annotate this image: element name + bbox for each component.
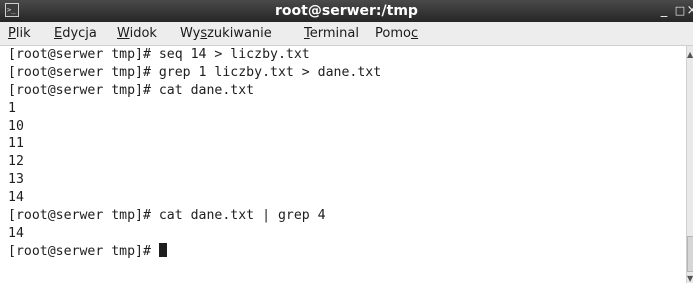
terminal-line: 1 xyxy=(8,100,16,116)
menu-wyszukiwanie[interactable]: Wyszukiwanie xyxy=(180,25,272,43)
menu-pomoc[interactable]: Pomoc xyxy=(375,25,418,43)
close-button[interactable]: × xyxy=(685,2,693,20)
terminal-line: 14 xyxy=(8,225,24,241)
terminal-line: 13 xyxy=(8,172,24,188)
minimize-button[interactable]: _ xyxy=(657,2,671,20)
vertical-scrollbar[interactable]: ▲ ▼ xyxy=(686,46,693,283)
text-cursor xyxy=(158,242,167,257)
window-titlebar[interactable]: >_ root@serwer:/tmp _ □ × xyxy=(0,0,693,22)
menu-bar: Plik Edycja Widok Wyszukiwanie Terminal … xyxy=(0,22,693,46)
terminal-line: [root@serwer tmp]# cat dane.txt | grep 4 xyxy=(8,208,326,224)
terminal-line: [root@serwer tmp]# grep 1 liczby.txt > d… xyxy=(8,64,382,80)
terminal-line: 12 xyxy=(8,154,24,170)
menu-terminal[interactable]: Terminal xyxy=(304,25,359,43)
terminal-prompt-line[interactable]: [root@serwer tmp]# xyxy=(0,242,686,261)
menu-widok[interactable]: Widok xyxy=(117,25,157,43)
terminal-line: 11 xyxy=(8,136,24,152)
terminal-line: [root@serwer tmp]# cat dane.txt xyxy=(8,82,255,98)
scroll-down-arrow-icon[interactable]: ▼ xyxy=(687,274,693,283)
terminal-output[interactable]: [root@serwer tmp]# seq 14 > liczby.txt [… xyxy=(0,46,686,283)
menu-edycja[interactable]: Edycja xyxy=(54,25,97,43)
window-title: root@serwer:/tmp xyxy=(275,3,418,19)
terminal-line: 14 xyxy=(8,190,24,206)
scroll-up-arrow-icon[interactable]: ▲ xyxy=(687,48,693,62)
terminal-prompt: [root@serwer tmp]# xyxy=(8,243,159,259)
terminal-line: 10 xyxy=(8,118,24,134)
terminal-line: [root@serwer tmp]# seq 14 > liczby.txt xyxy=(8,47,310,62)
menu-plik[interactable]: Plik xyxy=(8,25,31,43)
scrollbar-thumb[interactable] xyxy=(687,236,693,272)
